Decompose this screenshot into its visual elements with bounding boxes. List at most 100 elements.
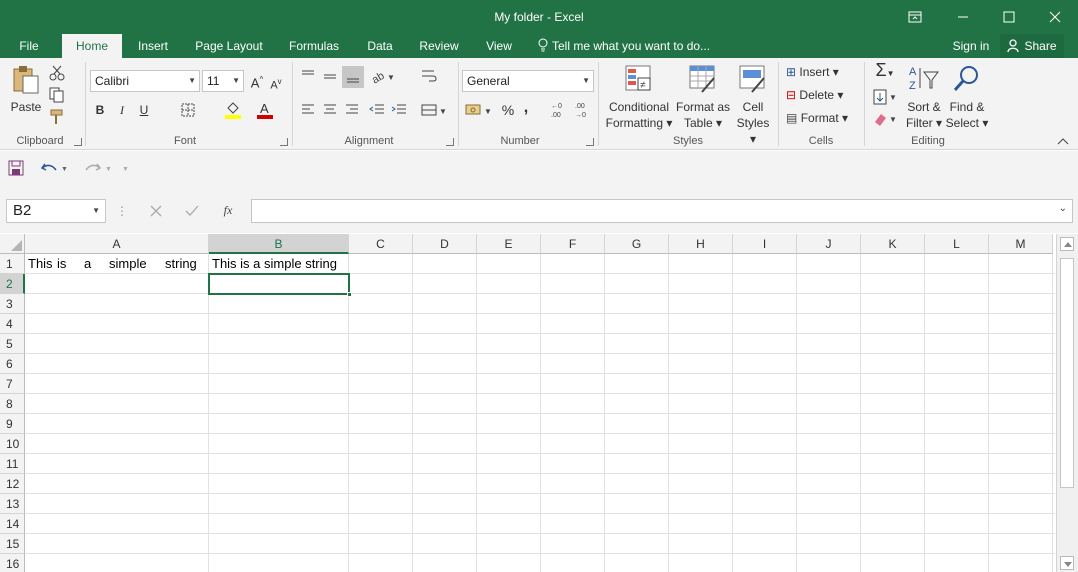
cell-b1[interactable]: This is a simple string	[212, 254, 337, 274]
column-header[interactable]: L	[925, 234, 989, 254]
find-select-button[interactable]: Find & Select ▾	[944, 99, 990, 131]
select-all-button[interactable]	[0, 234, 25, 254]
cell-styles-icon[interactable]	[738, 64, 768, 94]
format-painter-icon[interactable]	[48, 108, 66, 126]
font-size-select[interactable]: 11 ▼	[202, 70, 244, 92]
align-middle-icon[interactable]	[322, 68, 340, 86]
accounting-format-icon[interactable]: ▼	[464, 102, 494, 120]
autosum-icon[interactable]: Σ▼	[870, 61, 900, 82]
increase-decimal-icon[interactable]: ←0.00	[550, 100, 570, 119]
tab-file[interactable]: File	[8, 34, 50, 58]
align-left-icon[interactable]	[300, 102, 318, 120]
merge-center-icon[interactable]: ▼	[420, 102, 447, 120]
conditional-formatting-button[interactable]: Conditional Formatting ▾	[604, 99, 674, 131]
vertical-scrollbar[interactable]	[1056, 234, 1078, 572]
align-bottom-icon[interactable]	[342, 66, 364, 88]
conditional-formatting-icon[interactable]: ≠	[624, 64, 654, 94]
tab-view[interactable]: View	[476, 34, 522, 58]
format-as-table-icon[interactable]	[688, 64, 718, 94]
clear-icon[interactable]: ▼	[872, 110, 900, 128]
comma-style-button[interactable]: ,	[520, 100, 532, 116]
clipboard-dialog-launcher-icon[interactable]	[74, 138, 82, 146]
scroll-up-icon[interactable]	[1060, 237, 1074, 251]
paste-icon[interactable]	[10, 64, 42, 96]
scroll-down-icon[interactable]	[1060, 556, 1074, 570]
confirm-entry-icon[interactable]	[184, 203, 202, 221]
column-header[interactable]: A	[25, 234, 209, 254]
font-family-select[interactable]: Calibri ▼	[90, 70, 200, 92]
row-header[interactable]: 15	[0, 534, 25, 554]
number-dialog-launcher-icon[interactable]	[586, 138, 594, 146]
maximize-icon[interactable]	[986, 0, 1032, 34]
tab-formulas[interactable]: Formulas	[282, 34, 346, 58]
font-color-icon[interactable]: A	[256, 100, 274, 119]
column-header[interactable]: E	[477, 234, 541, 254]
redo-icon[interactable]: ▼	[84, 160, 114, 178]
row-header[interactable]: 16	[0, 554, 25, 572]
find-select-icon[interactable]	[952, 64, 982, 94]
column-header[interactable]: C	[349, 234, 413, 254]
column-header[interactable]: H	[669, 234, 733, 254]
row-header[interactable]: 1	[0, 254, 25, 274]
row-header[interactable]: 6	[0, 354, 25, 374]
copy-icon[interactable]	[48, 86, 66, 104]
column-header[interactable]: M	[989, 234, 1053, 254]
save-icon[interactable]	[8, 160, 26, 178]
tell-me-box[interactable]: Tell me what you want to do...	[538, 34, 728, 58]
row-header[interactable]: 4	[0, 314, 25, 334]
insert-cells-button[interactable]: ⊞ Insert ▾	[786, 64, 858, 80]
increase-font-size-icon[interactable]: A^	[248, 72, 266, 91]
more-options-icon[interactable]: ⋮	[116, 203, 128, 219]
fill-handle[interactable]	[347, 292, 352, 297]
sort-filter-button[interactable]: Sort & Filter ▾	[900, 99, 948, 131]
italic-button[interactable]: I	[114, 102, 130, 118]
row-header[interactable]: 9	[0, 414, 25, 434]
underline-button[interactable]: U	[136, 102, 152, 118]
bold-button[interactable]: B	[92, 102, 108, 118]
align-top-icon[interactable]	[300, 68, 318, 86]
column-header[interactable]: D	[413, 234, 477, 254]
row-header[interactable]: 2	[0, 274, 25, 294]
insert-function-button[interactable]: fx	[218, 202, 238, 218]
formula-input[interactable]: ⌄	[251, 199, 1073, 223]
row-header[interactable]: 5	[0, 334, 25, 354]
fill-icon[interactable]: ▼	[872, 88, 900, 106]
decrease-decimal-icon[interactable]: .00 →0	[574, 100, 594, 119]
row-header[interactable]: 12	[0, 474, 25, 494]
paste-button[interactable]: Paste	[6, 99, 46, 115]
decrease-indent-icon[interactable]	[368, 102, 386, 120]
orientation-icon[interactable]: ab ▼	[370, 68, 396, 87]
row-header[interactable]: 3	[0, 294, 25, 314]
decrease-font-size-icon[interactable]: Av	[268, 74, 284, 94]
row-header[interactable]: 10	[0, 434, 25, 454]
column-header[interactable]: J	[797, 234, 861, 254]
column-header[interactable]: K	[861, 234, 925, 254]
row-header[interactable]: 11	[0, 454, 25, 474]
percent-style-button[interactable]: %	[500, 102, 516, 118]
customize-toolbar-icon[interactable]: ▼	[122, 160, 130, 178]
expand-formula-bar-icon[interactable]: ⌄	[1059, 203, 1067, 214]
cut-icon[interactable]	[48, 64, 66, 82]
worksheet-grid[interactable]: ABCDEFGHIJKLM 1 2 3 4 5 6 7 8 9 10 11 12 13 14 15 16 Th…	[0, 234, 1078, 572]
tab-data[interactable]: Data	[358, 34, 402, 58]
ribbon-display-options-icon[interactable]	[892, 0, 938, 34]
align-center-icon[interactable]	[322, 102, 340, 120]
minimize-icon[interactable]	[940, 0, 986, 34]
share-button[interactable]: Share	[1000, 34, 1064, 58]
scrollbar-thumb[interactable]	[1060, 258, 1074, 488]
column-header[interactable]: G	[605, 234, 669, 254]
sign-in-link[interactable]: Sign in	[946, 34, 996, 58]
wrap-text-icon[interactable]	[420, 68, 438, 86]
close-icon[interactable]	[1032, 0, 1078, 34]
delete-cells-button[interactable]: ⊟ Delete ▾	[786, 87, 858, 103]
alignment-dialog-launcher-icon[interactable]	[446, 138, 454, 146]
row-header[interactable]: 14	[0, 514, 25, 534]
fill-color-icon[interactable]	[224, 100, 242, 119]
sort-filter-icon[interactable]: AZ	[908, 64, 940, 94]
row-header[interactable]: 13	[0, 494, 25, 514]
align-right-icon[interactable]	[344, 102, 362, 120]
name-box[interactable]: B2 ▼	[6, 199, 106, 223]
increase-indent-icon[interactable]	[390, 102, 408, 120]
font-dialog-launcher-icon[interactable]	[280, 138, 288, 146]
borders-icon[interactable]	[180, 102, 198, 120]
